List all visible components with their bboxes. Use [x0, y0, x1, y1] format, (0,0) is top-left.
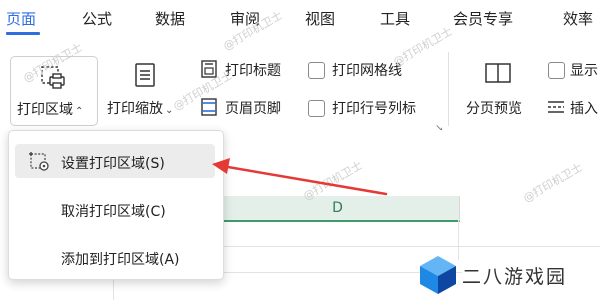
add-to-print-area-label: 添加到打印区域(A) [61, 252, 180, 268]
tab-tools[interactable]: 工具 [380, 8, 410, 30]
print-row-col-option[interactable]: 打印行号列标 [308, 96, 436, 120]
page-break-preview-icon [485, 63, 511, 83]
print-row-col-checkbox[interactable] [308, 100, 325, 117]
annotation-arrow [212, 158, 388, 196]
menu-bar: 页面 公式 数据 审阅 视图 工具 会员专享 效率 [0, 0, 600, 36]
insert-button[interactable]: 插入 [546, 96, 600, 120]
tab-efficiency[interactable]: 效率 [563, 8, 593, 30]
tab-formula[interactable]: 公式 [82, 8, 112, 30]
print-gridlines-label: 打印网格线 [332, 63, 402, 79]
print-scale-button[interactable]: 打印缩放 ⌄ [104, 56, 186, 124]
tab-page-layout[interactable]: 页面 [6, 8, 36, 30]
header-footer-button[interactable]: 页眉页脚 [198, 96, 298, 120]
header-footer-icon [201, 98, 217, 116]
page-break-preview-label: 分页预览 [466, 101, 522, 117]
menu-item-set-print-area[interactable]: 设置打印区域(S) [15, 144, 215, 178]
chevron-down-icon: ⌄ [165, 105, 174, 116]
page-scale-icon [135, 63, 155, 87]
set-print-area-icon [29, 152, 49, 171]
grid-line [458, 220, 459, 260]
set-print-area-label: 设置打印区域(S) [61, 156, 165, 172]
print-row-col-label: 打印行号列标 [332, 101, 416, 117]
page-break-preview-button[interactable]: 分页预览 [460, 56, 538, 124]
insert-break-icon [548, 101, 564, 113]
tab-data[interactable]: 数据 [155, 8, 185, 30]
print-area-label: 打印区域 [17, 102, 73, 118]
menu-item-add-to-print-area[interactable]: 添加到打印区域(A) [15, 240, 215, 274]
site-logo-text: 二八游戏园 [462, 266, 568, 288]
tab-view[interactable]: 视图 [305, 8, 335, 30]
show-label: 显示 [570, 63, 598, 79]
insert-label: 插入 [570, 101, 598, 117]
header-footer-label: 页眉页脚 [225, 101, 281, 117]
print-area-dropdown: 设置打印区域(S) 取消打印区域(C) 添加到打印区域(A) [8, 130, 224, 280]
ribbon-separator [448, 52, 449, 126]
print-gridlines-checkbox[interactable] [308, 62, 325, 79]
ribbon: 打印区域 ⌃ 打印缩放 ⌄ 打印标题 页眉页脚 打印网格线 打印行号列标 ↘ 分… [0, 38, 600, 134]
menu-item-clear-print-area[interactable]: 取消打印区域(C) [15, 192, 215, 226]
show-checkbox[interactable] [548, 62, 565, 79]
show-option[interactable]: 显示 [548, 58, 600, 82]
active-tab-indicator [6, 32, 40, 35]
print-scale-label: 打印缩放 [107, 101, 163, 117]
grid-line [222, 246, 600, 247]
site-logo-icon [420, 256, 456, 294]
chevron-up-icon: ⌃ [75, 106, 84, 117]
clear-print-area-label: 取消打印区域(C) [61, 204, 166, 220]
tab-member[interactable]: 会员专享 [453, 8, 513, 30]
